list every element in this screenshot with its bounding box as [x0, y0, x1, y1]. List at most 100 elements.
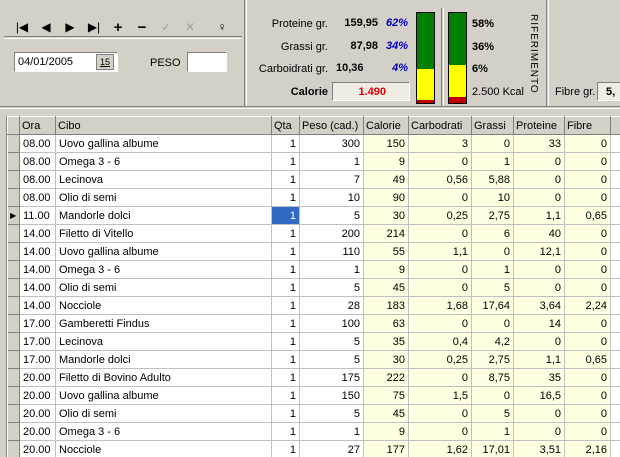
row-indicator[interactable]: [7, 332, 20, 351]
cell-proteine[interactable]: 1,1: [513, 206, 565, 225]
cell-grassi[interactable]: 5: [471, 278, 514, 297]
cell-cibo[interactable]: Uovo gallina albume: [55, 242, 272, 261]
table-row[interactable]: 08.00 Olio di semi 1 10 90 0 10 0 0: [7, 188, 620, 207]
cell-calorie[interactable]: 183: [363, 296, 409, 315]
cell-grassi[interactable]: 6: [471, 224, 514, 243]
cell-fibre[interactable]: 0: [564, 224, 611, 243]
cell-peso[interactable]: 1: [299, 152, 364, 171]
column-header-fibre[interactable]: Fibre: [564, 116, 611, 135]
cell-peso[interactable]: 5: [299, 332, 364, 351]
table-row[interactable]: 08.00 Lecinova 1 7 49 0,56 5,88 0 0: [7, 170, 620, 189]
next-record-icon[interactable]: ▶: [60, 17, 80, 37]
cell-qta[interactable]: 1: [271, 206, 300, 225]
checkmark-icon[interactable]: ✓: [156, 17, 176, 37]
row-indicator[interactable]: [7, 278, 20, 297]
table-row[interactable]: 20.00 Uovo gallina albume 1 150 75 1,5 0 16,5 0: [7, 386, 620, 405]
cell-proteine[interactable]: 35: [513, 368, 565, 387]
cell-peso[interactable]: 7: [299, 170, 364, 189]
cell-calorie[interactable]: 214: [363, 224, 409, 243]
row-indicator[interactable]: [7, 314, 20, 333]
column-header-qta[interactable]: Qta: [271, 116, 300, 135]
cell-peso[interactable]: 1: [299, 422, 364, 441]
cell-proteine[interactable]: 33: [513, 134, 565, 153]
cell-calorie[interactable]: 30: [363, 206, 409, 225]
cell-proteine[interactable]: 0: [513, 152, 565, 171]
cell-calorie[interactable]: 90: [363, 188, 409, 207]
cell-calorie[interactable]: 177: [363, 440, 409, 457]
table-row[interactable]: 17.00 Lecinova 1 5 35 0,4 4,2 0 0: [7, 332, 620, 351]
cell-calorie[interactable]: 9: [363, 260, 409, 279]
cell-proteine[interactable]: 0: [513, 332, 565, 351]
cell-calorie[interactable]: 45: [363, 404, 409, 423]
cell-fibre[interactable]: 0: [564, 170, 611, 189]
cell-carbodrati[interactable]: 0,4: [408, 332, 472, 351]
cell-fibre[interactable]: 2,24: [564, 296, 611, 315]
cell-qta[interactable]: 1: [271, 440, 300, 457]
cell-qta[interactable]: 1: [271, 278, 300, 297]
cell-grassi[interactable]: 2,75: [471, 350, 514, 369]
cell-calorie[interactable]: 55: [363, 242, 409, 261]
cell-calorie[interactable]: 75: [363, 386, 409, 405]
cell-qta[interactable]: 1: [271, 350, 300, 369]
row-indicator[interactable]: [7, 422, 20, 441]
cell-calorie[interactable]: 49: [363, 170, 409, 189]
cell-qta[interactable]: 1: [271, 296, 300, 315]
cell-fibre[interactable]: 0: [564, 242, 611, 261]
table-row[interactable]: 20.00 Omega 3 - 61190100: [7, 422, 620, 441]
cell-qta[interactable]: 1: [271, 422, 300, 441]
cell-proteine[interactable]: 0: [513, 188, 565, 207]
row-indicator[interactable]: [7, 152, 20, 171]
column-header-carbodrati[interactable]: Carbodrati: [408, 116, 472, 135]
cell-ora[interactable]: 20.00: [19, 440, 56, 457]
row-indicator[interactable]: [7, 296, 20, 315]
cell-cibo[interactable]: Uovo gallina albume: [55, 134, 272, 153]
row-indicator[interactable]: [7, 260, 20, 279]
cell-proteine[interactable]: 12,1: [513, 242, 565, 261]
cell-cibo[interactable]: Uovo gallina albume: [55, 386, 272, 405]
cell-fibre[interactable]: 0: [564, 386, 611, 405]
column-header-proteine[interactable]: Proteine: [513, 116, 565, 135]
cell-calorie[interactable]: 150: [363, 134, 409, 153]
cell-carbodrati[interactable]: 0,56: [408, 170, 472, 189]
cell-carbodrati[interactable]: 0: [408, 314, 472, 333]
cell-calorie[interactable]: 63: [363, 314, 409, 333]
cell-peso[interactable]: 28: [299, 296, 364, 315]
cell-ora[interactable]: 20.00: [19, 386, 56, 405]
cell-cibo[interactable]: Lecinova: [55, 332, 272, 351]
row-indicator[interactable]: [7, 170, 20, 189]
table-row[interactable]: 08.00 Uovo gallina albume 1 300 150 3 0 33 0: [7, 134, 620, 153]
table-row[interactable]: 08.00 Omega 3 - 61190100: [7, 152, 620, 171]
cell-fibre[interactable]: 0: [564, 314, 611, 333]
row-indicator[interactable]: [7, 386, 20, 405]
cell-fibre[interactable]: 0: [564, 278, 611, 297]
row-indicator[interactable]: [7, 350, 20, 369]
cell-grassi[interactable]: 5: [471, 404, 514, 423]
cell-grassi[interactable]: 4,2: [471, 332, 514, 351]
table-row[interactable]: 20.00 Nocciole 1 27 177 1,62 17,01 3,51 2,16: [7, 440, 620, 457]
cell-carbodrati[interactable]: 1,62: [408, 440, 472, 457]
cell-proteine[interactable]: 16,5: [513, 386, 565, 405]
table-row[interactable]: 14.00 Uovo gallina albume 1 110 55 1,1 0 12,1 0: [7, 242, 620, 261]
cell-cibo[interactable]: Olio di semi: [55, 404, 272, 423]
cell-qta[interactable]: 1: [271, 314, 300, 333]
cell-cibo[interactable]: Gamberetti Findus: [55, 314, 272, 333]
cell-proteine[interactable]: 0: [513, 170, 565, 189]
cell-fibre[interactable]: 0: [564, 188, 611, 207]
cell-qta[interactable]: 1: [271, 332, 300, 351]
cell-peso[interactable]: 150: [299, 386, 364, 405]
cell-ora[interactable]: 14.00: [19, 260, 56, 279]
cell-carbodrati[interactable]: 1,5: [408, 386, 472, 405]
cell-carbodrati[interactable]: 1,1: [408, 242, 472, 261]
column-header-cibo[interactable]: Cibo: [55, 116, 272, 135]
cell-cibo[interactable]: Nocciole: [55, 440, 272, 457]
cell-proteine[interactable]: 0: [513, 260, 565, 279]
cell-fibre[interactable]: 0: [564, 134, 611, 153]
cell-qta[interactable]: 1: [271, 386, 300, 405]
table-row[interactable]: 14.00 Filetto di Vitello 1 200 214 0 6 40 0: [7, 224, 620, 243]
cell-ora[interactable]: 14.00: [19, 242, 56, 261]
cell-fibre[interactable]: 0: [564, 332, 611, 351]
cell-cibo[interactable]: Mandorle dolci: [55, 350, 272, 369]
column-header-grassi[interactable]: Grassi: [471, 116, 514, 135]
cell-grassi[interactable]: 1: [471, 152, 514, 171]
cell-peso[interactable]: 300: [299, 134, 364, 153]
